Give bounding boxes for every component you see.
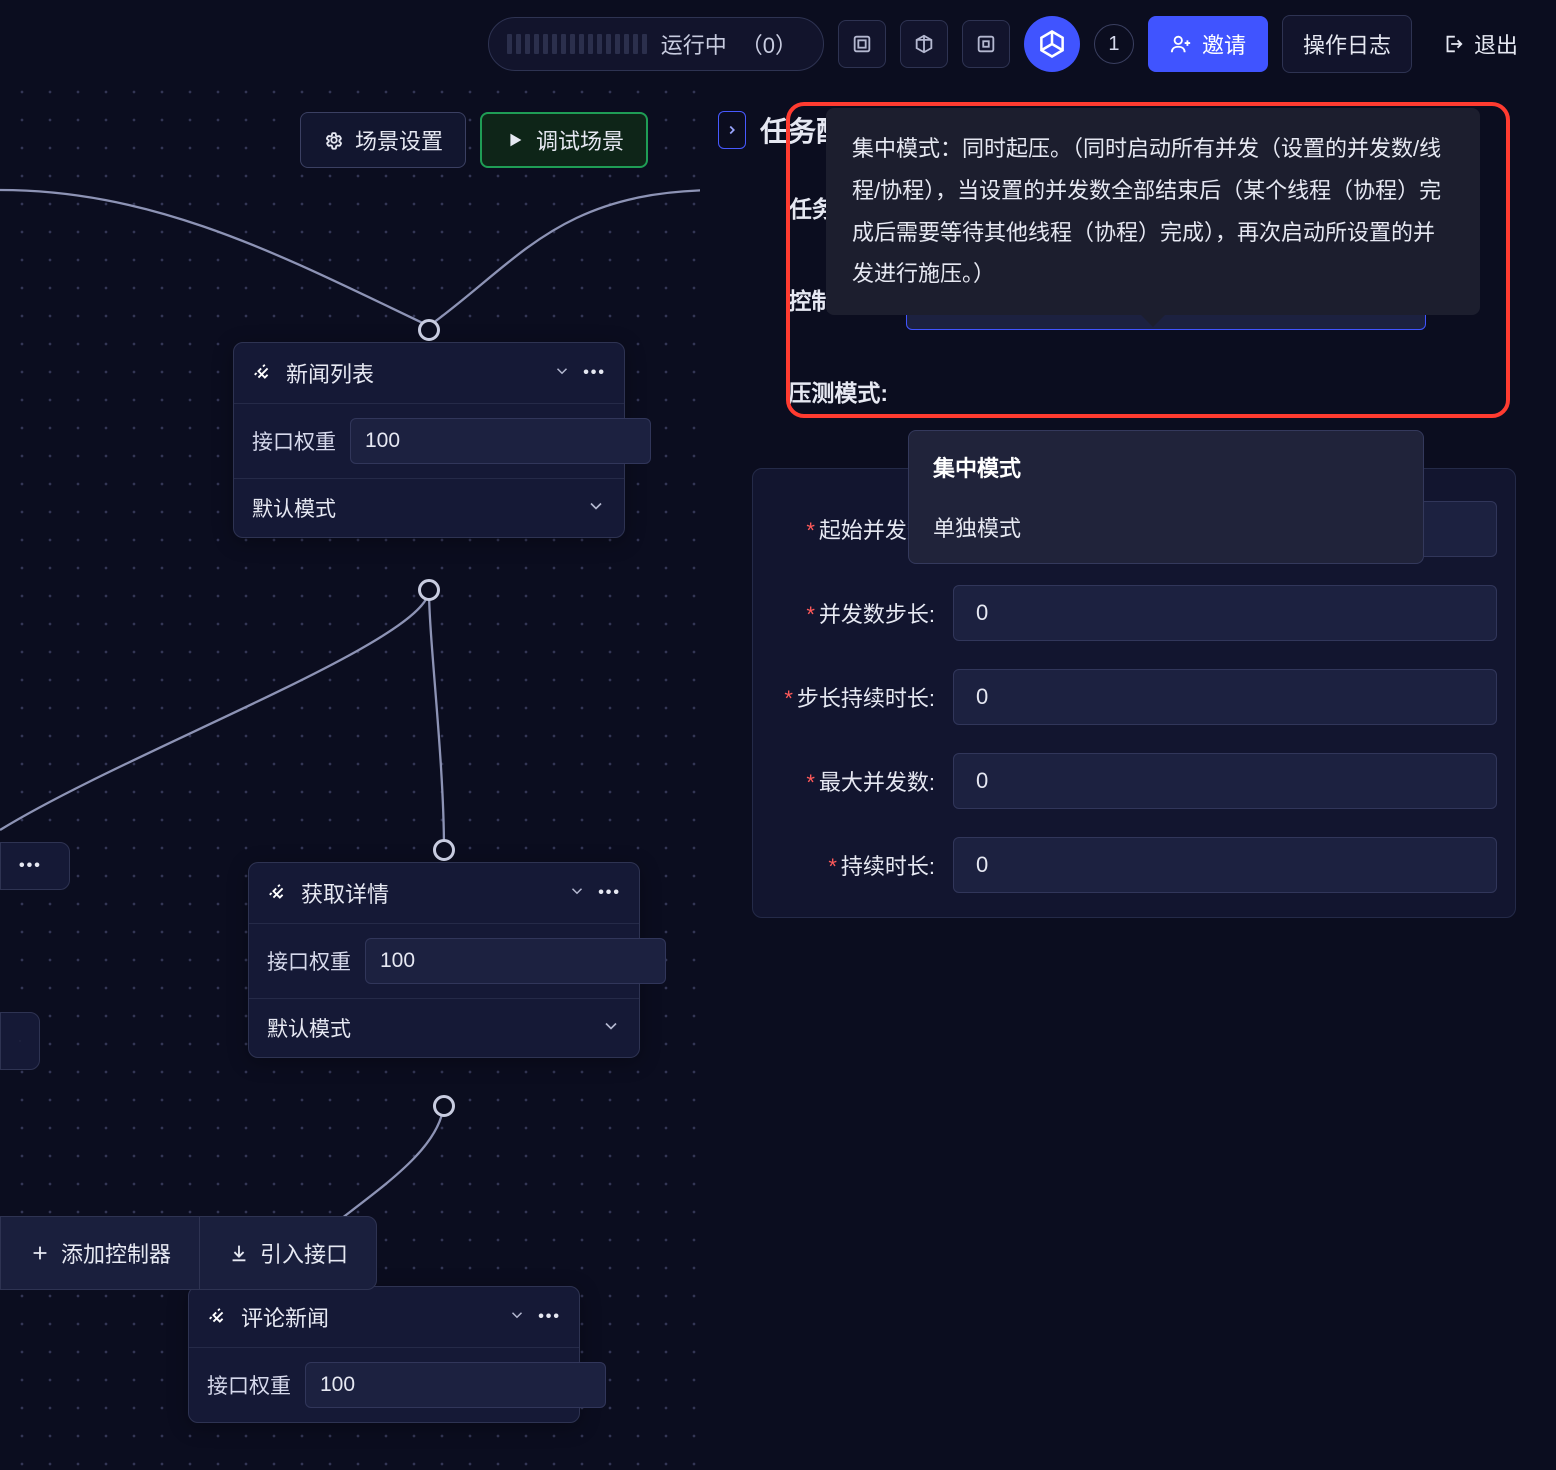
exit-label: 退出: [1474, 28, 1518, 60]
frame-icon-button[interactable]: [962, 20, 1010, 68]
mode-label: 默认模式: [267, 1013, 351, 1043]
mode-label: 默认模式: [252, 493, 336, 523]
exit-button[interactable]: 退出: [1426, 16, 1534, 72]
layout-icon-button[interactable]: [838, 20, 886, 68]
panel-collapse-button[interactable]: [718, 111, 746, 149]
progress-bars-icon: [507, 34, 647, 54]
weight-label: 接口权重: [252, 426, 336, 456]
operation-log-button[interactable]: 操作日志: [1282, 15, 1412, 73]
duration-input[interactable]: [953, 837, 1497, 893]
chevron-down-icon[interactable]: [568, 882, 586, 905]
test-mode-label: 压测模式:: [748, 374, 888, 408]
brand-hex-icon[interactable]: [1024, 16, 1080, 72]
node-partial-left-2[interactable]: [0, 1012, 40, 1070]
import-api-label: 引入接口: [260, 1237, 348, 1269]
debug-scene-button[interactable]: 调试场景: [480, 112, 648, 168]
weight-input[interactable]: [365, 938, 666, 984]
running-status-pill[interactable]: 运行中 （0）: [488, 17, 824, 71]
node-news-list[interactable]: 新闻列表 ••• 接口权重 默认模式: [233, 342, 625, 538]
cube-icon-button[interactable]: [900, 20, 948, 68]
download-icon: [228, 1242, 250, 1264]
invite-label: 邀请: [1202, 28, 1246, 60]
control-mode-dropdown: 集中模式 单独模式: [908, 430, 1424, 564]
chevron-down-icon[interactable]: [586, 496, 606, 521]
chevron-down-icon: [19, 1032, 21, 1050]
scene-settings-label: 场景设置: [355, 124, 443, 156]
weight-label: 接口权重: [207, 1370, 291, 1400]
node-comment-news[interactable]: 评论新闻 ••• 接口权重: [188, 1286, 580, 1423]
step-input[interactable]: [953, 585, 1497, 641]
dropdown-option[interactable]: 单独模式: [909, 497, 1423, 557]
canvas-action-bar: 添加控制器 引入接口: [0, 1216, 377, 1290]
node-title: 新闻列表: [286, 357, 541, 389]
port-n1-out[interactable]: [418, 579, 440, 601]
dropdown-option-focused[interactable]: 集中模式: [909, 437, 1423, 497]
max-concurrency-label: 最大并发数:: [819, 770, 935, 795]
running-count: （0）: [741, 28, 797, 60]
port-n2-in[interactable]: [433, 839, 455, 861]
top-bar: 运行中 （0） 1 邀请 操作日志 退出: [0, 18, 1556, 70]
scene-toolbar: 场景设置 调试场景: [300, 112, 648, 168]
plug-icon: [252, 362, 274, 384]
plug-icon: [207, 1306, 229, 1328]
step-label: 并发数步长:: [819, 602, 935, 627]
node-get-detail[interactable]: 获取详情 ••• 接口权重 默认模式: [248, 862, 640, 1058]
invite-button[interactable]: 邀请: [1148, 16, 1268, 72]
more-icon[interactable]: •••: [538, 1308, 561, 1326]
step-duration-label: 步长持续时长:: [797, 686, 935, 711]
add-controller-label: 添加控制器: [61, 1237, 171, 1269]
chevron-down-icon[interactable]: [508, 1306, 526, 1329]
more-icon[interactable]: •••: [583, 364, 606, 382]
chevron-down-icon[interactable]: [553, 362, 571, 385]
scene-settings-button[interactable]: 场景设置: [300, 112, 466, 168]
duration-label: 持续时长:: [841, 854, 935, 879]
add-controller-button[interactable]: 添加控制器: [1, 1217, 199, 1289]
more-icon[interactable]: •••: [19, 857, 42, 874]
weight-input[interactable]: [350, 418, 651, 464]
running-label: 运行中: [661, 28, 727, 60]
step-duration-input[interactable]: [953, 669, 1497, 725]
import-api-button[interactable]: 引入接口: [200, 1217, 376, 1289]
node-title: 评论新闻: [241, 1301, 496, 1333]
plus-icon: [29, 1242, 51, 1264]
more-icon[interactable]: •••: [598, 884, 621, 902]
max-concurrency-input[interactable]: [953, 753, 1497, 809]
port-n2-out[interactable]: [433, 1095, 455, 1117]
node-title: 获取详情: [301, 877, 556, 909]
weight-label: 接口权重: [267, 946, 351, 976]
node-partial-left-1[interactable]: •••: [0, 842, 70, 890]
chevron-down-icon[interactable]: [601, 1016, 621, 1041]
plug-icon: [267, 882, 289, 904]
control-mode-tooltip: 集中模式：同时起压。（同时启动所有并发（设置的并发数/线程/协程），当设置的并发…: [826, 108, 1480, 315]
count-badge[interactable]: 1: [1094, 24, 1134, 64]
weight-input[interactable]: [305, 1362, 606, 1408]
port-n1-in[interactable]: [418, 319, 440, 341]
debug-scene-label: 调试场景: [536, 124, 624, 156]
